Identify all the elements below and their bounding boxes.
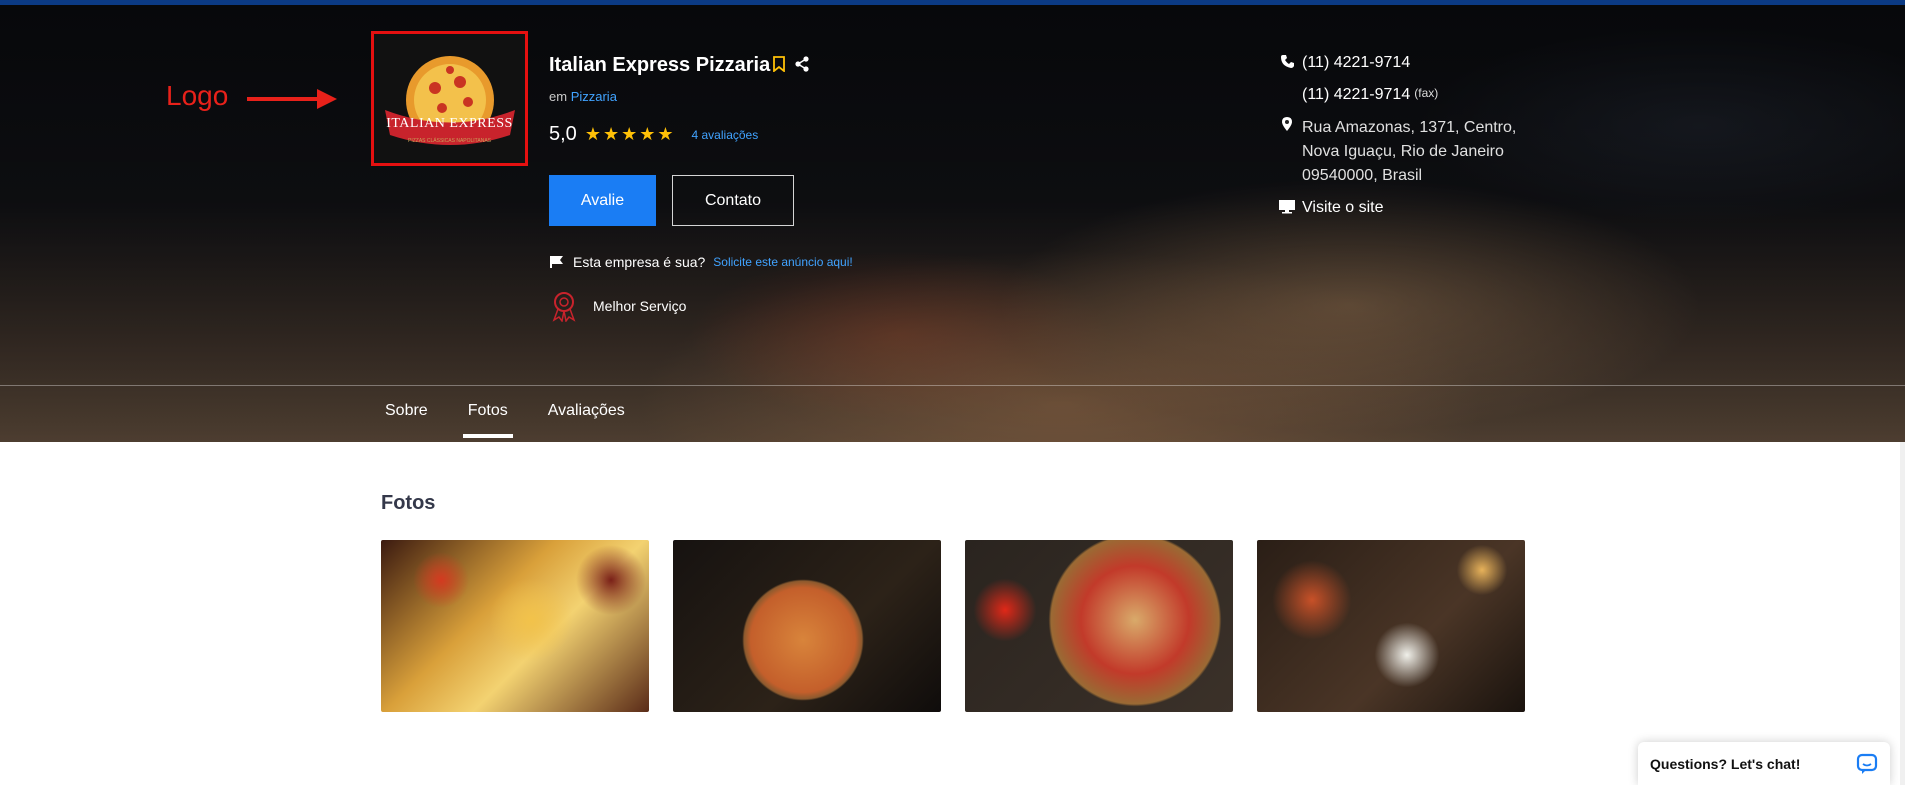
claim-link[interactable]: Solicite este anúncio aqui! [713,255,852,269]
photo-thumbnail[interactable] [1257,540,1525,712]
tab-avaliacoes[interactable]: Avaliações [548,402,625,438]
contact-button[interactable]: Contato [672,175,794,226]
website-link[interactable]: Visite o site [1302,199,1384,217]
phone-row: (11) 4221-9714 [1272,54,1410,72]
chat-widget[interactable]: Questions? Let's chat! [1638,742,1890,785]
title-actions [773,56,809,72]
business-logo: ITALIAN EXPRESS PIZZAS CLÁSSICAS NAPOLIT… [371,31,528,166]
photo-thumbnail[interactable] [965,540,1233,712]
flag-icon [550,256,563,268]
claim-business: Esta empresa é sua? Solicite este anúnci… [549,254,853,270]
address-line-1: Rua Amazonas, 1371, Centro, [1302,119,1517,136]
business-name: Italian Express Pizzaria [549,54,771,76]
rating-summary: 5,0 ★★★★★ 4 avaliações [549,123,758,146]
address: Rua Amazonas, 1371, Centro, Nova Iguaçu,… [1302,116,1516,188]
bookmark-icon[interactable] [773,56,785,72]
page-scrollbar[interactable] [1900,442,1905,785]
tab-fotos[interactable]: Fotos [462,402,513,438]
address-line-2: Nova Iguaçu, Rio de Janeiro [1302,143,1504,160]
review-button[interactable]: Avalie [549,175,656,226]
monitor-icon [1279,200,1295,214]
fax-number: (11) 4221-9714 [1302,86,1411,103]
award-ribbon-icon [552,292,576,322]
address-line-3: 09540000, Brasil [1302,167,1423,184]
photo-thumbnail[interactable] [381,540,649,712]
logo-tagline: PIZZAS CLÁSSICAS NAPOLITANAS [408,138,491,144]
website-row: Visite o site [1272,199,1384,217]
logo-wordmark: ITALIAN EXPRESS [386,116,513,131]
reviews-link[interactable]: 4 avaliações [692,128,759,142]
category-prefix: em [549,89,568,104]
map-pin-icon [1282,117,1292,131]
annotation-arrow-icon [247,89,337,109]
annotation-logo-label: Logo [166,80,229,111]
share-icon[interactable] [795,56,809,72]
category-link[interactable]: Pizzaria [571,89,617,104]
hero-banner [0,5,1905,442]
tab-sobre[interactable]: Sobre [385,402,428,438]
business-category: em Pizzaria [549,89,617,104]
photos-section-title: Fotos [381,492,436,514]
hero-overlay [0,5,1905,442]
phone-number[interactable]: (11) 4221-9714 [1302,54,1410,72]
address-row: Rua Amazonas, 1371, Centro, Nova Iguaçu,… [1272,116,1516,188]
rating-value: 5,0 [549,123,577,145]
chat-bubble-icon[interactable] [1856,753,1878,775]
chat-label: Questions? Let's chat! [1650,755,1801,772]
photo-thumbnail[interactable] [673,540,941,712]
fax-row: (11) 4221-9714 (fax) [1272,86,1438,104]
award-label: Melhor Serviço [593,298,687,314]
phone-icon [1281,55,1294,68]
fax-suffix: (fax) [1414,86,1439,100]
star-rating: ★★★★★ [584,124,676,144]
claim-question: Esta empresa é sua? [573,254,706,270]
hero-divider [0,385,1905,386]
page-tabs: Sobre Fotos Avaliações [385,402,665,438]
award-badge: Melhor Serviço [549,290,686,322]
photo-gallery [381,540,1525,712]
